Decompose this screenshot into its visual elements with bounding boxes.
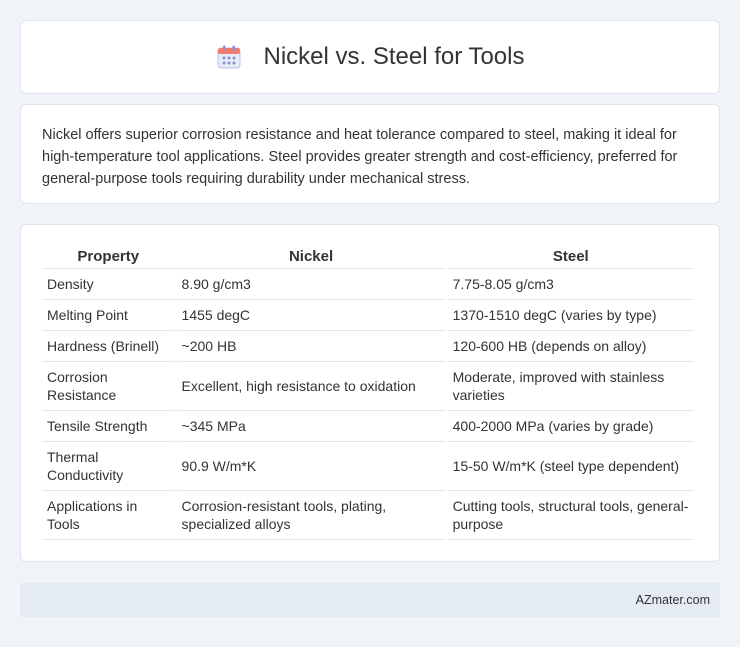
nickel-cell: Corrosion-resistant tools, plating, spec… xyxy=(176,491,446,540)
table-row: Hardness (Brinell) ~200 HB 120-600 HB (d… xyxy=(42,331,694,362)
header-card: Nickel vs. Steel for Tools xyxy=(20,20,720,94)
table-row: Corrosion Resistance Excellent, high res… xyxy=(42,362,694,411)
steel-cell: Cutting tools, structural tools, general… xyxy=(447,491,694,540)
comparison-table: Property Nickel Steel Density 8.90 g/cm3… xyxy=(40,245,696,540)
steel-cell: Moderate, improved with stainless variet… xyxy=(447,362,694,411)
table-card: Property Nickel Steel Density 8.90 g/cm3… xyxy=(20,224,720,562)
nickel-cell: 8.90 g/cm3 xyxy=(176,269,446,300)
table-header-row: Property Nickel Steel xyxy=(42,245,694,269)
property-cell: Applications in Tools xyxy=(42,491,175,540)
property-cell: Thermal Conductivity xyxy=(42,442,175,491)
property-cell: Hardness (Brinell) xyxy=(42,331,175,362)
nickel-cell: Excellent, high resistance to oxidation xyxy=(176,362,446,411)
nickel-cell: 90.9 W/m*K xyxy=(176,442,446,491)
nickel-cell: ~200 HB xyxy=(176,331,446,362)
title-wrap: Nickel vs. Steel for Tools xyxy=(216,43,525,71)
table-row: Thermal Conductivity 90.9 W/m*K 15-50 W/… xyxy=(42,442,694,491)
steel-cell: 400-2000 MPa (varies by grade) xyxy=(447,411,694,442)
nickel-cell: 1455 degC xyxy=(176,300,446,331)
property-cell: Melting Point xyxy=(42,300,175,331)
page-title: Nickel vs. Steel for Tools xyxy=(263,43,525,70)
steel-cell: 120-600 HB (depends on alloy) xyxy=(447,331,694,362)
nickel-cell: ~345 MPa xyxy=(176,411,446,442)
property-cell: Tensile Strength xyxy=(42,411,175,442)
summary-text: Nickel offers superior corrosion resista… xyxy=(42,127,678,187)
header-property: Property xyxy=(42,245,175,269)
property-cell: Density xyxy=(42,269,175,300)
steel-cell: 1370-1510 degC (varies by type) xyxy=(447,300,694,331)
footer-site-link[interactable]: AZmater.com xyxy=(636,593,710,607)
table-row: Density 8.90 g/cm3 7.75-8.05 g/cm3 xyxy=(42,269,694,300)
summary-card: Nickel offers superior corrosion resista… xyxy=(20,104,720,204)
header-nickel: Nickel xyxy=(176,245,446,269)
steel-cell: 15-50 W/m*K (steel type dependent) xyxy=(447,442,694,491)
footer-bar: AZmater.com xyxy=(20,583,720,617)
header-steel: Steel xyxy=(447,245,694,269)
calendar-icon xyxy=(217,45,240,69)
table-row: Applications in Tools Corrosion-resistan… xyxy=(42,491,694,540)
steel-cell: 7.75-8.05 g/cm3 xyxy=(447,269,694,300)
table-row: Melting Point 1455 degC 1370-1510 degC (… xyxy=(42,300,694,331)
property-cell: Corrosion Resistance xyxy=(42,362,175,411)
table-row: Tensile Strength ~345 MPa 400-2000 MPa (… xyxy=(42,411,694,442)
